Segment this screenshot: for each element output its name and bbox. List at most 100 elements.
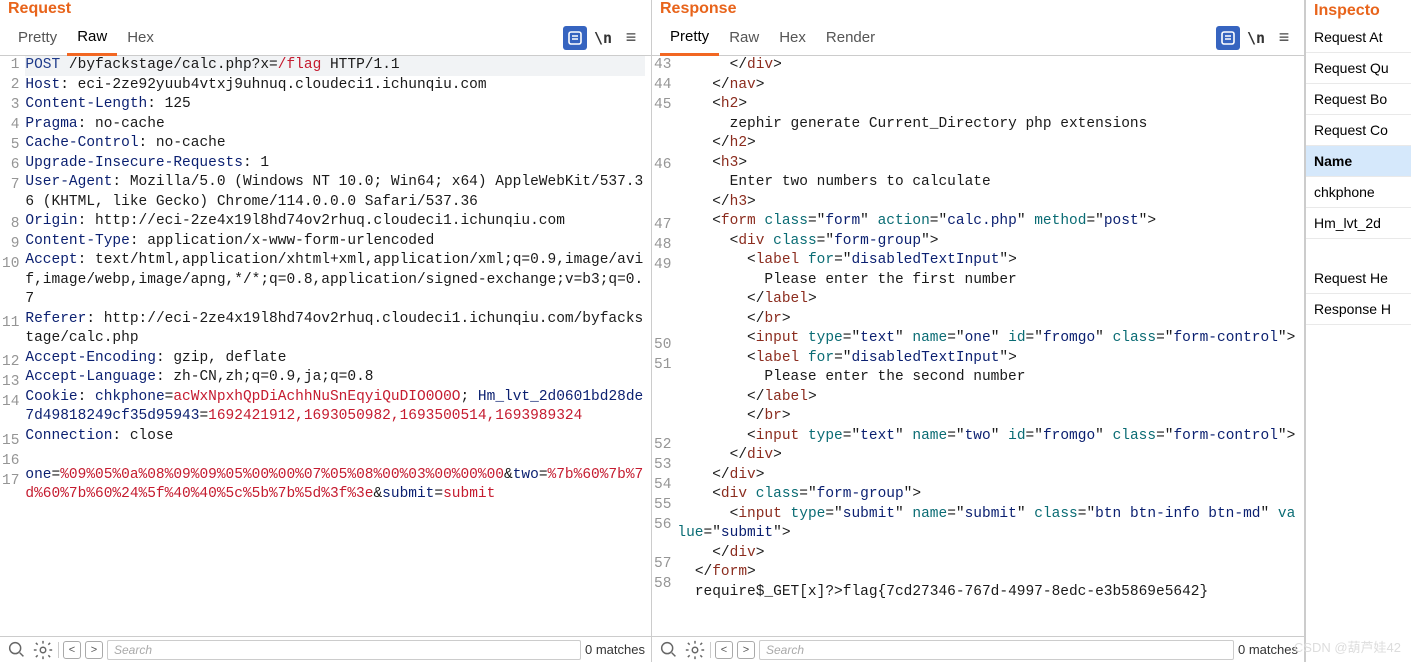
inspector-row[interactable]: Request At: [1306, 22, 1411, 53]
hamburger-icon[interactable]: ≡: [1272, 26, 1296, 50]
code-line: </label>: [677, 290, 1298, 310]
matches-count: 0 matches: [585, 642, 645, 657]
code-line: Content-Type: application/x-www-form-url…: [25, 232, 645, 252]
next-match-button[interactable]: >: [85, 641, 103, 659]
response-footer: < > Search 0 matches: [652, 636, 1304, 662]
code-line: </h3>: [677, 193, 1298, 213]
line-number: 52: [654, 436, 671, 456]
tab-pretty[interactable]: Pretty: [660, 20, 719, 56]
inspector-row[interactable]: Name: [1306, 146, 1411, 177]
tab-raw[interactable]: Raw: [67, 20, 117, 56]
request-tabs: PrettyRawHex \n ≡: [0, 20, 651, 56]
line-number: 43: [654, 56, 671, 76]
line-number: 3: [2, 96, 19, 116]
code-line: </div>: [677, 466, 1298, 486]
line-number: 12: [2, 353, 19, 373]
inspector-row[interactable]: chkphone: [1306, 177, 1411, 208]
line-number: [654, 176, 671, 196]
search-toggle-icon[interactable]: [658, 639, 680, 661]
code-line: Cookie: chkphone=acWxNpxhQpDiAchhNuSnEqy…: [25, 388, 645, 427]
code-line: <div class="form-group">: [677, 232, 1298, 252]
line-number: 2: [2, 76, 19, 96]
inspector-row[interactable]: Response H: [1306, 294, 1411, 325]
line-number: 54: [654, 476, 671, 496]
line-number: 49: [654, 256, 671, 276]
code-line: Pragma: no-cache: [25, 115, 645, 135]
code-line: </br>: [677, 407, 1298, 427]
code-line: [25, 446, 645, 466]
tab-pretty[interactable]: Pretty: [8, 21, 67, 54]
code-line: <input type="submit" name="submit" class…: [677, 505, 1298, 544]
inspector-row[interactable]: Request Bo: [1306, 84, 1411, 115]
line-number: 17: [2, 472, 19, 511]
code-line: </nav>: [677, 76, 1298, 96]
inspector-row[interactable]: Request He: [1306, 263, 1411, 294]
line-number: 15: [2, 432, 19, 452]
prev-match-button[interactable]: <: [63, 641, 81, 659]
newline-icon[interactable]: \n: [1244, 26, 1268, 50]
request-title: Request: [0, 0, 651, 20]
line-number: [654, 396, 671, 416]
search-input[interactable]: Search: [759, 640, 1234, 660]
code-line: Accept: text/html,application/xhtml+xml,…: [25, 251, 645, 310]
line-number: [654, 316, 671, 336]
inspector-row[interactable]: Request Qu: [1306, 53, 1411, 84]
line-number: 45: [654, 96, 671, 116]
code-line: one=%09%05%0a%08%09%09%05%00%00%07%05%08…: [25, 466, 645, 505]
request-footer: < > Search 0 matches: [0, 636, 651, 662]
tab-render[interactable]: Render: [816, 21, 885, 54]
response-code[interactable]: 43444546474849505152535455565758 </div> …: [652, 56, 1304, 662]
code-line: Connection: close: [25, 427, 645, 447]
code-line: Accept-Language: zh-CN,zh;q=0.9,ja;q=0.8: [25, 368, 645, 388]
code-line: <label for="disabledTextInput">: [677, 251, 1298, 271]
settings-icon[interactable]: [32, 639, 54, 661]
search-toggle-icon[interactable]: [6, 639, 28, 661]
code-line: Please enter the first number: [677, 271, 1298, 291]
code-line: User-Agent: Mozilla/5.0 (Windows NT 10.0…: [25, 173, 645, 212]
code-line: Referer: http://eci-2ze4x19l8hd74ov2rhuq…: [25, 310, 645, 349]
line-number: 46: [654, 156, 671, 176]
response-panel: Response PrettyRawHexRender \n ≡ 4344454…: [652, 0, 1305, 662]
code-line: </br>: [677, 310, 1298, 330]
settings-icon[interactable]: [684, 639, 706, 661]
line-number: 7: [2, 176, 19, 215]
line-number: 5: [2, 136, 19, 156]
code-line: Please enter the second number: [677, 368, 1298, 388]
code-line: </div>: [677, 544, 1298, 564]
request-code[interactable]: 1234567891011121314151617 POST /byfackst…: [0, 56, 651, 662]
code-line: <div class="form-group">: [677, 485, 1298, 505]
code-line: </form>: [677, 563, 1298, 583]
code-line: </h2>: [677, 134, 1298, 154]
actions-icon[interactable]: [1216, 26, 1240, 50]
line-number: 9: [2, 235, 19, 255]
prev-match-button[interactable]: <: [715, 641, 733, 659]
code-line: <form class="form" action="calc.php" met…: [677, 212, 1298, 232]
tab-hex[interactable]: Hex: [117, 21, 164, 54]
tab-raw[interactable]: Raw: [719, 21, 769, 54]
line-number: 55: [654, 496, 671, 516]
line-number: 50: [654, 336, 671, 356]
code-line: Content-Length: 125: [25, 95, 645, 115]
line-number: [654, 116, 671, 136]
search-input[interactable]: Search: [107, 640, 581, 660]
hamburger-icon[interactable]: ≡: [619, 26, 643, 50]
line-number: [654, 196, 671, 216]
line-number: 14: [2, 393, 19, 432]
code-line: Cache-Control: no-cache: [25, 134, 645, 154]
line-number: [654, 136, 671, 156]
line-number: 47: [654, 216, 671, 236]
line-number: 10: [2, 255, 19, 314]
actions-icon[interactable]: [563, 26, 587, 50]
newline-icon[interactable]: \n: [591, 26, 615, 50]
code-line: </div>: [677, 56, 1298, 76]
line-number: 56: [654, 516, 671, 555]
line-number: [654, 296, 671, 316]
tab-hex[interactable]: Hex: [769, 21, 816, 54]
code-line: <h3>: [677, 154, 1298, 174]
inspector-row[interactable]: Hm_lvt_2d: [1306, 208, 1411, 239]
next-match-button[interactable]: >: [737, 641, 755, 659]
code-line: Enter two numbers to calculate: [677, 173, 1298, 193]
code-line: Origin: http://eci-2ze4x19l8hd74ov2rhuq.…: [25, 212, 645, 232]
response-title: Response: [652, 0, 1304, 20]
inspector-row[interactable]: Request Co: [1306, 115, 1411, 146]
